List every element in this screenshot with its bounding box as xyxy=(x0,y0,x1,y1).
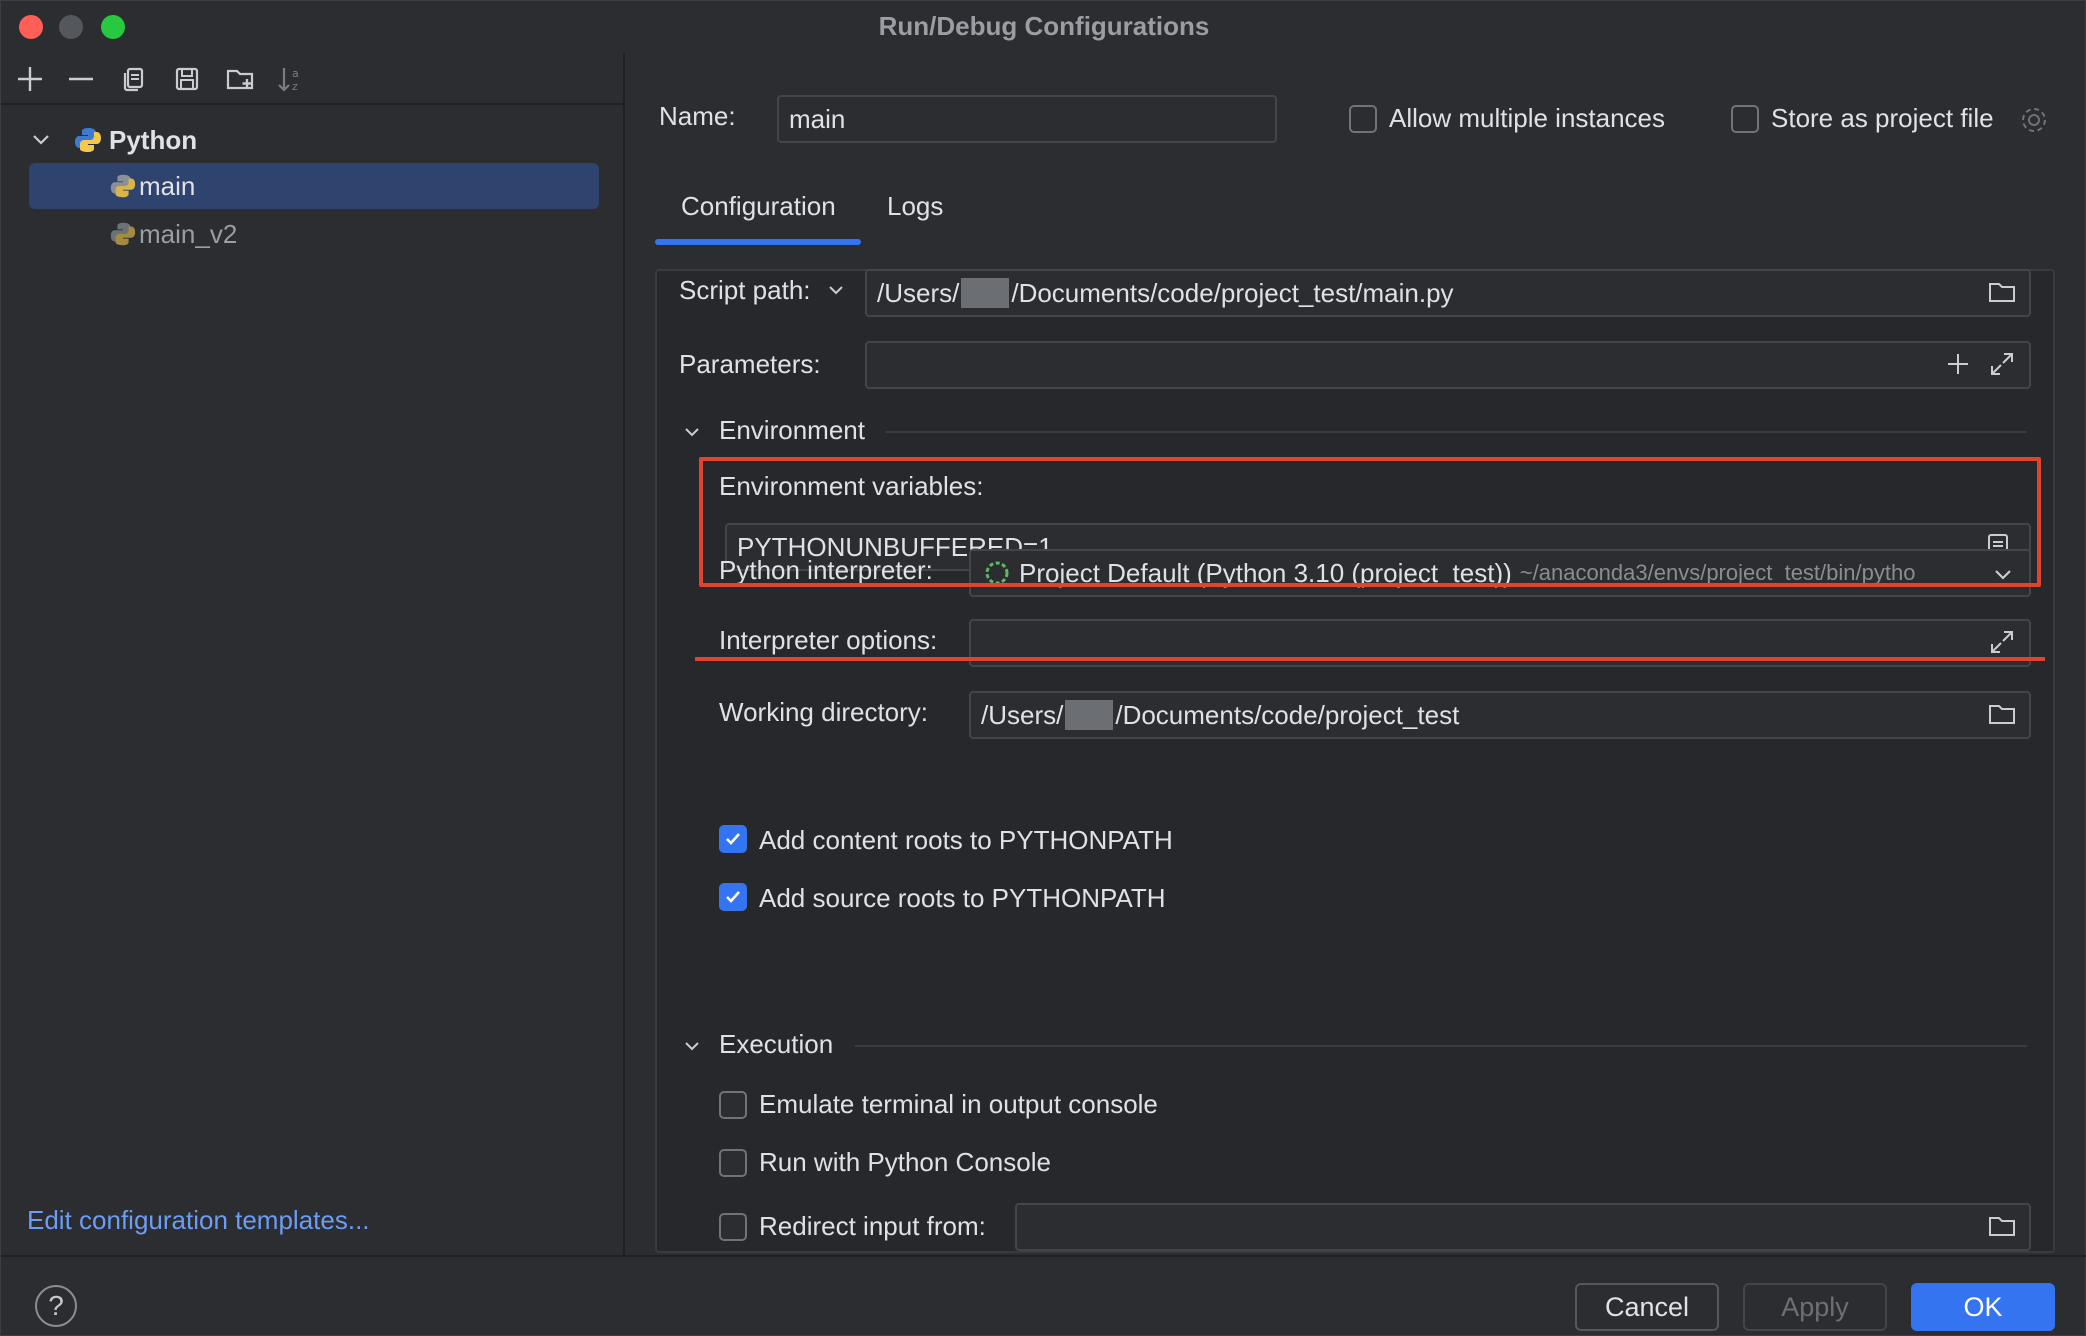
redacted-username xyxy=(1065,700,1114,730)
content-roots-label: Add content roots to PYTHONPATH xyxy=(759,825,1173,855)
gear-icon[interactable] xyxy=(2019,105,2049,135)
chevron-down-icon[interactable] xyxy=(683,423,701,441)
new-folder-icon[interactable] xyxy=(222,61,258,97)
chevron-down-icon[interactable] xyxy=(827,281,845,299)
sort-icon[interactable]: az xyxy=(273,61,309,97)
apply-button[interactable]: Apply xyxy=(1743,1283,1887,1331)
chevron-down-icon[interactable] xyxy=(683,1037,701,1055)
copy-icon[interactable] xyxy=(116,61,152,97)
cancel-button[interactable]: Cancel xyxy=(1575,1283,1719,1331)
parameters-field[interactable] xyxy=(865,341,2031,389)
python-console-label: Run with Python Console xyxy=(759,1147,1051,1177)
store-project-label: Store as project file xyxy=(1771,103,1994,133)
configurations-sidebar: az Python main main_v2 Edit configuratio… xyxy=(1,53,625,1255)
expand-icon[interactable] xyxy=(1987,627,2017,657)
script-path-label[interactable]: Script path: xyxy=(679,275,811,306)
save-icon[interactable] xyxy=(169,61,205,97)
emulate-terminal-checkbox[interactable] xyxy=(719,1091,747,1119)
redirect-input-checkbox[interactable] xyxy=(719,1213,747,1241)
python-file-icon xyxy=(110,174,136,198)
tab-logs[interactable]: Logs xyxy=(887,191,943,222)
python-console-checkbox[interactable] xyxy=(719,1149,747,1177)
help-button[interactable]: ? xyxy=(35,1285,77,1327)
script-path-field[interactable]: /Users/ /Documents/code/project_test/main… xyxy=(865,269,2031,317)
highlight-box xyxy=(699,457,2041,587)
redirect-input-field[interactable] xyxy=(1015,1203,2031,1251)
svg-text:a: a xyxy=(292,67,299,80)
interpreter-options-label: Interpreter options: xyxy=(719,625,938,655)
svg-text:z: z xyxy=(292,80,298,93)
section-divider xyxy=(885,431,2027,433)
add-icon[interactable] xyxy=(12,61,48,97)
store-project-checkbox[interactable] xyxy=(1731,105,1759,133)
dialog-footer: ? Cancel Apply OK xyxy=(1,1255,2086,1336)
working-directory-suffix: /Documents/code/project_test xyxy=(1115,699,1460,730)
python-icon xyxy=(75,128,101,152)
name-label: Name: xyxy=(659,101,736,131)
script-path-prefix: /Users/ xyxy=(877,277,960,308)
sidebar-toolbar: az xyxy=(1,53,625,105)
folder-icon[interactable] xyxy=(1987,699,2017,729)
remove-icon[interactable] xyxy=(63,61,99,97)
highlight-underline xyxy=(695,657,2045,661)
folder-icon[interactable] xyxy=(1987,277,2017,307)
tab-configuration[interactable]: Configuration xyxy=(681,191,836,222)
tree-item-main[interactable]: main xyxy=(29,163,599,209)
working-directory-label: Working directory: xyxy=(719,697,929,727)
folder-icon[interactable] xyxy=(1987,1211,2017,1241)
tree-item-main-v2[interactable]: main_v2 xyxy=(29,211,599,257)
redirect-input-label: Redirect input from: xyxy=(759,1211,986,1241)
title-bar: Run/Debug Configurations xyxy=(1,1,2086,53)
active-tab-indicator xyxy=(655,239,861,245)
tree-item-label: main_v2 xyxy=(139,218,238,249)
tree-item-label: main xyxy=(139,170,196,201)
content-roots-checkbox[interactable] xyxy=(719,825,747,853)
name-field[interactable]: main xyxy=(777,95,1277,143)
allow-multiple-checkbox[interactable] xyxy=(1349,105,1377,133)
emulate-terminal-label: Emulate terminal in output console xyxy=(759,1089,1158,1119)
allow-multiple-label: Allow multiple instances xyxy=(1389,103,1666,133)
add-macro-icon[interactable] xyxy=(1943,349,1973,379)
source-roots-label: Add source roots to PYTHONPATH xyxy=(759,883,1166,913)
python-file-icon xyxy=(110,222,136,246)
execution-section-title[interactable]: Execution xyxy=(719,1029,833,1060)
configuration-editor: Name: main Allow multiple instances Stor… xyxy=(625,53,2086,1255)
parameters-label: Parameters: xyxy=(679,349,821,379)
ok-button[interactable]: OK xyxy=(1911,1283,2055,1331)
redacted-username xyxy=(961,278,1010,308)
expand-icon[interactable] xyxy=(1987,349,2017,379)
working-directory-prefix: /Users/ xyxy=(981,699,1064,730)
source-roots-checkbox[interactable] xyxy=(719,883,747,911)
tree-group-python[interactable]: Python xyxy=(31,117,591,163)
script-path-suffix: /Documents/code/project_test/main.py xyxy=(1011,277,1454,308)
chevron-down-icon[interactable] xyxy=(31,130,51,150)
working-directory-field[interactable]: /Users/ /Documents/code/project_test xyxy=(969,691,2031,739)
window-title: Run/Debug Configurations xyxy=(878,11,1210,41)
section-divider xyxy=(855,1045,2027,1047)
environment-section-title[interactable]: Environment xyxy=(719,415,865,446)
run-debug-dialog: Run/Debug Configurations az Python main … xyxy=(0,0,2086,1336)
tree-group-label: Python xyxy=(109,124,198,155)
edit-templates-link[interactable]: Edit configuration templates... xyxy=(27,1205,370,1236)
